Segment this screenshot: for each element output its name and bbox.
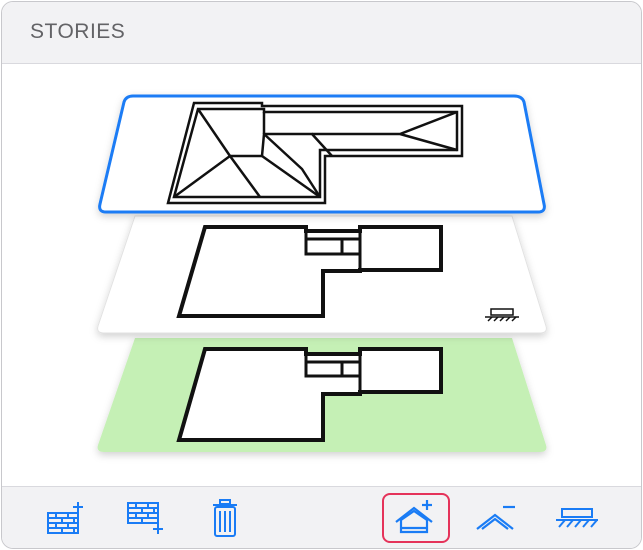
remove-roof-button[interactable] — [474, 495, 520, 541]
stories-panel: STORIES — [1, 1, 642, 549]
stories-stack — [2, 64, 641, 486]
add-story-below-button[interactable] — [122, 495, 168, 541]
brick-wall-plus-icon — [47, 502, 83, 534]
delete-story-button[interactable] — [202, 495, 248, 541]
brick-wall-plus-below-icon — [127, 502, 163, 534]
story-card-upper-floor[interactable] — [97, 215, 547, 334]
add-story-above-button[interactable] — [42, 495, 88, 541]
trash-icon — [213, 499, 237, 537]
stories-toolbar — [2, 486, 641, 548]
ground-hatch-icon — [556, 508, 598, 528]
panel-header: STORIES — [2, 2, 641, 64]
panel-title: STORIES — [30, 20, 126, 43]
house-plus-icon — [395, 500, 433, 534]
add-roof-button[interactable] — [382, 493, 450, 543]
roof-minus-icon — [476, 505, 515, 530]
story-card-ground-floor[interactable] — [97, 338, 547, 452]
foundation-button[interactable] — [554, 495, 600, 541]
story-card-roof[interactable] — [98, 94, 546, 214]
